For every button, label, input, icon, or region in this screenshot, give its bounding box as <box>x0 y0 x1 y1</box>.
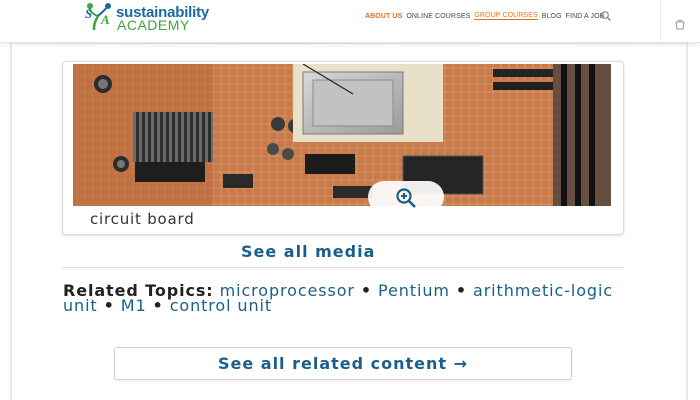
related-topics: Related Topics: microprocessor • Pentium… <box>63 281 623 315</box>
main-nav: ABOUT US ONLINE COURSES GROUP COURSES BL… <box>365 11 604 21</box>
svg-text:A: A <box>100 12 110 27</box>
topic-link-m1[interactable]: M1 <box>121 296 147 315</box>
see-all-media-link[interactable]: See all media <box>241 242 375 261</box>
nav-blog[interactable]: BLOG <box>542 13 562 20</box>
header-divider <box>660 0 661 43</box>
see-all-related-content-button[interactable]: See all related content → <box>114 347 572 380</box>
logo-text-academy: ACADEMY <box>117 17 190 33</box>
search-icon[interactable] <box>600 10 612 22</box>
section-divider <box>62 267 624 268</box>
magnify-plus-icon <box>396 188 416 208</box>
topic-link-pentium[interactable]: Pentium <box>378 281 450 300</box>
logo-link[interactable]: S A sustainability ACADEMY <box>84 2 224 33</box>
nav-online-courses[interactable]: ONLINE COURSES <box>406 13 470 20</box>
svg-text:S: S <box>85 6 92 21</box>
cart-icon[interactable] <box>674 18 686 30</box>
circuit-board-image[interactable] <box>73 64 611 206</box>
logo-tree-icon: S A <box>85 3 111 31</box>
media-caption: circuit board <box>90 210 195 228</box>
site-header: S A sustainability ACADEMY ABOUT US ONLI… <box>0 0 700 43</box>
topic-separator: • <box>360 281 373 300</box>
topic-separator: • <box>103 296 115 315</box>
media-card[interactable] <box>62 61 624 235</box>
topic-link-control-unit[interactable]: control unit <box>170 296 272 315</box>
nav-find-a-job[interactable]: FIND A JOB <box>566 13 605 20</box>
zoom-media-button[interactable] <box>368 181 444 213</box>
nav-group-courses[interactable]: GROUP COURSES <box>474 12 538 20</box>
topic-separator: • <box>152 296 164 315</box>
topic-separator: • <box>455 281 467 300</box>
nav-about-us[interactable]: ABOUT US <box>365 13 402 20</box>
